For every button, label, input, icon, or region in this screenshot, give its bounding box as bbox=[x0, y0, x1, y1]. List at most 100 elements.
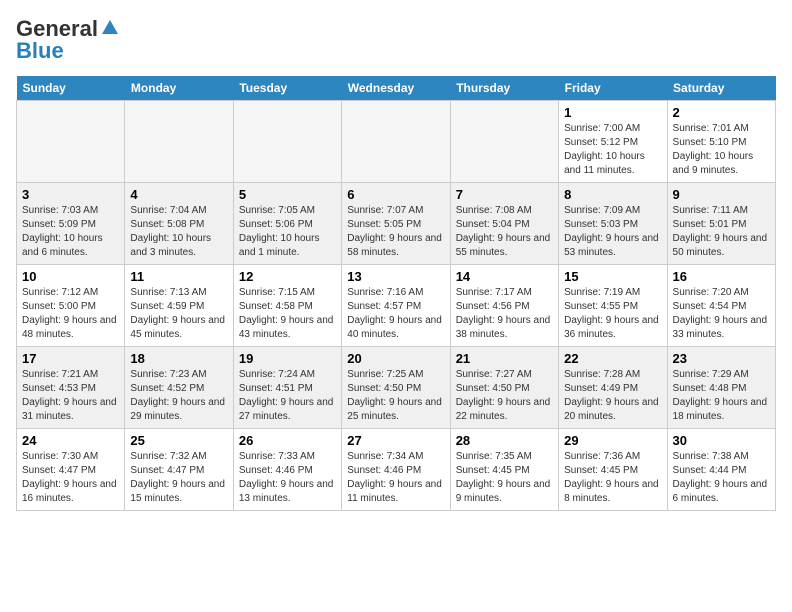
calendar-cell: 9 Sunrise: 7:11 AM Sunset: 5:01 PM Daylig… bbox=[667, 183, 775, 265]
day-number: 26 bbox=[239, 433, 336, 448]
calendar-cell: 22 Sunrise: 7:28 AM Sunset: 4:49 PM Dayli… bbox=[559, 347, 667, 429]
day-info: Sunrise: 7:07 AM Sunset: 5:05 PM Dayligh… bbox=[347, 204, 444, 260]
calendar-cell: 27 Sunrise: 7:34 AM Sunset: 4:46 PM Dayli… bbox=[342, 429, 450, 511]
calendar-week-row: 17 Sunrise: 7:21 AM Sunset: 4:53 PM Dayli… bbox=[17, 347, 776, 429]
day-info: Sunrise: 7:12 AM Sunset: 5:00 PM Dayligh… bbox=[22, 286, 119, 342]
day-info: Sunrise: 7:23 AM Sunset: 4:52 PM Dayligh… bbox=[130, 368, 227, 424]
calendar-week-row: 3 Sunrise: 7:03 AM Sunset: 5:09 PM Daylig… bbox=[17, 183, 776, 265]
weekday-header-saturday: Saturday bbox=[667, 76, 775, 101]
calendar-table: SundayMondayTuesdayWednesdayThursdayFrid… bbox=[16, 76, 776, 511]
calendar-cell: 13 Sunrise: 7:16 AM Sunset: 4:57 PM Dayli… bbox=[342, 265, 450, 347]
day-info: Sunrise: 7:35 AM Sunset: 4:45 PM Dayligh… bbox=[456, 450, 553, 506]
day-number: 3 bbox=[22, 187, 119, 202]
calendar-cell bbox=[342, 101, 450, 183]
weekday-header-row: SundayMondayTuesdayWednesdayThursdayFrid… bbox=[17, 76, 776, 101]
calendar-cell: 20 Sunrise: 7:25 AM Sunset: 4:50 PM Dayli… bbox=[342, 347, 450, 429]
weekday-header-friday: Friday bbox=[559, 76, 667, 101]
day-number: 12 bbox=[239, 269, 336, 284]
calendar-cell: 18Sunrise: 7:23 AM Sunset: 4:52 PM Dayli… bbox=[125, 347, 233, 429]
calendar-cell: 5Sunrise: 7:05 AM Sunset: 5:06 PM Daylig… bbox=[233, 183, 341, 265]
day-number: 17 bbox=[22, 351, 119, 366]
day-info: Sunrise: 7:08 AM Sunset: 5:04 PM Dayligh… bbox=[456, 204, 553, 260]
day-info: Sunrise: 7:13 AM Sunset: 4:59 PM Dayligh… bbox=[130, 286, 227, 342]
calendar-cell: 24 Sunrise: 7:30 AM Sunset: 4:47 PM Dayli… bbox=[17, 429, 125, 511]
weekday-header-tuesday: Tuesday bbox=[233, 76, 341, 101]
day-number: 7 bbox=[456, 187, 553, 202]
calendar-cell: 14 Sunrise: 7:17 AM Sunset: 4:56 PM Dayli… bbox=[450, 265, 558, 347]
day-info: Sunrise: 7:29 AM Sunset: 4:48 PM Dayligh… bbox=[673, 368, 770, 424]
calendar-cell bbox=[450, 101, 558, 183]
calendar-cell: 25 Sunrise: 7:32 AM Sunset: 4:47 PM Dayli… bbox=[125, 429, 233, 511]
day-info: Sunrise: 7:15 AM Sunset: 4:58 PM Dayligh… bbox=[239, 286, 336, 342]
day-number: 6 bbox=[347, 187, 444, 202]
day-number: 9 bbox=[673, 187, 770, 202]
calendar-cell: 6 Sunrise: 7:07 AM Sunset: 5:05 PM Daylig… bbox=[342, 183, 450, 265]
day-info: Sunrise: 7:11 AM Sunset: 5:01 PM Dayligh… bbox=[673, 204, 770, 260]
day-info: Sunrise: 7:16 AM Sunset: 4:57 PM Dayligh… bbox=[347, 286, 444, 342]
day-info: Sunrise: 7:27 AM Sunset: 4:50 PM Dayligh… bbox=[456, 368, 553, 424]
day-number: 10 bbox=[22, 269, 119, 284]
day-info: Sunrise: 7:25 AM Sunset: 4:50 PM Dayligh… bbox=[347, 368, 444, 424]
logo-blue: Blue bbox=[16, 38, 64, 64]
day-info: Sunrise: 7:28 AM Sunset: 4:49 PM Dayligh… bbox=[564, 368, 661, 424]
day-info: Sunrise: 7:36 AM Sunset: 4:45 PM Dayligh… bbox=[564, 450, 661, 506]
calendar-week-row: 10 Sunrise: 7:12 AM Sunset: 5:00 PM Dayli… bbox=[17, 265, 776, 347]
day-number: 14 bbox=[456, 269, 553, 284]
day-number: 23 bbox=[673, 351, 770, 366]
day-info: Sunrise: 7:19 AM Sunset: 4:55 PM Dayligh… bbox=[564, 286, 661, 342]
calendar-cell: 2 Sunrise: 7:01 AM Sunset: 5:10 PM Daylig… bbox=[667, 101, 775, 183]
day-number: 30 bbox=[673, 433, 770, 448]
calendar-cell: 21 Sunrise: 7:27 AM Sunset: 4:50 PM Dayli… bbox=[450, 347, 558, 429]
day-number: 22 bbox=[564, 351, 661, 366]
day-number: 15 bbox=[564, 269, 661, 284]
page-header: General Blue bbox=[16, 16, 776, 64]
day-number: 1 bbox=[564, 105, 661, 120]
calendar-cell: 26Sunrise: 7:33 AM Sunset: 4:46 PM Dayli… bbox=[233, 429, 341, 511]
weekday-header-monday: Monday bbox=[125, 76, 233, 101]
day-number: 2 bbox=[673, 105, 770, 120]
day-number: 20 bbox=[347, 351, 444, 366]
calendar-cell: 7 Sunrise: 7:08 AM Sunset: 5:04 PM Daylig… bbox=[450, 183, 558, 265]
weekday-header-sunday: Sunday bbox=[17, 76, 125, 101]
day-number: 21 bbox=[456, 351, 553, 366]
calendar-cell: 16Sunrise: 7:20 AM Sunset: 4:54 PM Dayli… bbox=[667, 265, 775, 347]
day-info: Sunrise: 7:38 AM Sunset: 4:44 PM Dayligh… bbox=[673, 450, 770, 506]
weekday-header-thursday: Thursday bbox=[450, 76, 558, 101]
calendar-cell: 15 Sunrise: 7:19 AM Sunset: 4:55 PM Dayli… bbox=[559, 265, 667, 347]
day-number: 25 bbox=[130, 433, 227, 448]
day-info: Sunrise: 7:03 AM Sunset: 5:09 PM Dayligh… bbox=[22, 204, 119, 260]
day-info: Sunrise: 7:09 AM Sunset: 5:03 PM Dayligh… bbox=[564, 204, 661, 260]
calendar-cell: 8 Sunrise: 7:09 AM Sunset: 5:03 PM Daylig… bbox=[559, 183, 667, 265]
logo: General Blue bbox=[16, 16, 120, 64]
day-info: Sunrise: 7:30 AM Sunset: 4:47 PM Dayligh… bbox=[22, 450, 119, 506]
calendar-week-row: 24 Sunrise: 7:30 AM Sunset: 4:47 PM Dayli… bbox=[17, 429, 776, 511]
day-number: 28 bbox=[456, 433, 553, 448]
day-info: Sunrise: 7:04 AM Sunset: 5:08 PM Dayligh… bbox=[130, 204, 227, 260]
day-info: Sunrise: 7:20 AM Sunset: 4:54 PM Dayligh… bbox=[673, 286, 770, 342]
day-number: 8 bbox=[564, 187, 661, 202]
day-number: 27 bbox=[347, 433, 444, 448]
calendar-cell bbox=[17, 101, 125, 183]
day-info: Sunrise: 7:34 AM Sunset: 4:46 PM Dayligh… bbox=[347, 450, 444, 506]
day-info: Sunrise: 7:21 AM Sunset: 4:53 PM Dayligh… bbox=[22, 368, 119, 424]
calendar-cell: 4Sunrise: 7:04 AM Sunset: 5:08 PM Daylig… bbox=[125, 183, 233, 265]
calendar-cell: 1Sunrise: 7:00 AM Sunset: 5:12 PM Daylig… bbox=[559, 101, 667, 183]
calendar-cell: 30 Sunrise: 7:38 AM Sunset: 4:44 PM Dayli… bbox=[667, 429, 775, 511]
weekday-header-wednesday: Wednesday bbox=[342, 76, 450, 101]
day-info: Sunrise: 7:01 AM Sunset: 5:10 PM Dayligh… bbox=[673, 122, 770, 178]
calendar-cell: 19 Sunrise: 7:24 AM Sunset: 4:51 PM Dayli… bbox=[233, 347, 341, 429]
day-info: Sunrise: 7:05 AM Sunset: 5:06 PM Dayligh… bbox=[239, 204, 336, 260]
calendar-cell bbox=[233, 101, 341, 183]
day-info: Sunrise: 7:24 AM Sunset: 4:51 PM Dayligh… bbox=[239, 368, 336, 424]
day-info: Sunrise: 7:17 AM Sunset: 4:56 PM Dayligh… bbox=[456, 286, 553, 342]
day-number: 19 bbox=[239, 351, 336, 366]
day-number: 24 bbox=[22, 433, 119, 448]
day-number: 13 bbox=[347, 269, 444, 284]
day-info: Sunrise: 7:32 AM Sunset: 4:47 PM Dayligh… bbox=[130, 450, 227, 506]
calendar-cell: 11Sunrise: 7:13 AM Sunset: 4:59 PM Dayli… bbox=[125, 265, 233, 347]
calendar-cell: 3 Sunrise: 7:03 AM Sunset: 5:09 PM Daylig… bbox=[17, 183, 125, 265]
calendar-week-row: 1Sunrise: 7:00 AM Sunset: 5:12 PM Daylig… bbox=[17, 101, 776, 183]
calendar-cell: 29 Sunrise: 7:36 AM Sunset: 4:45 PM Dayli… bbox=[559, 429, 667, 511]
day-number: 29 bbox=[564, 433, 661, 448]
calendar-cell: 28 Sunrise: 7:35 AM Sunset: 4:45 PM Dayli… bbox=[450, 429, 558, 511]
